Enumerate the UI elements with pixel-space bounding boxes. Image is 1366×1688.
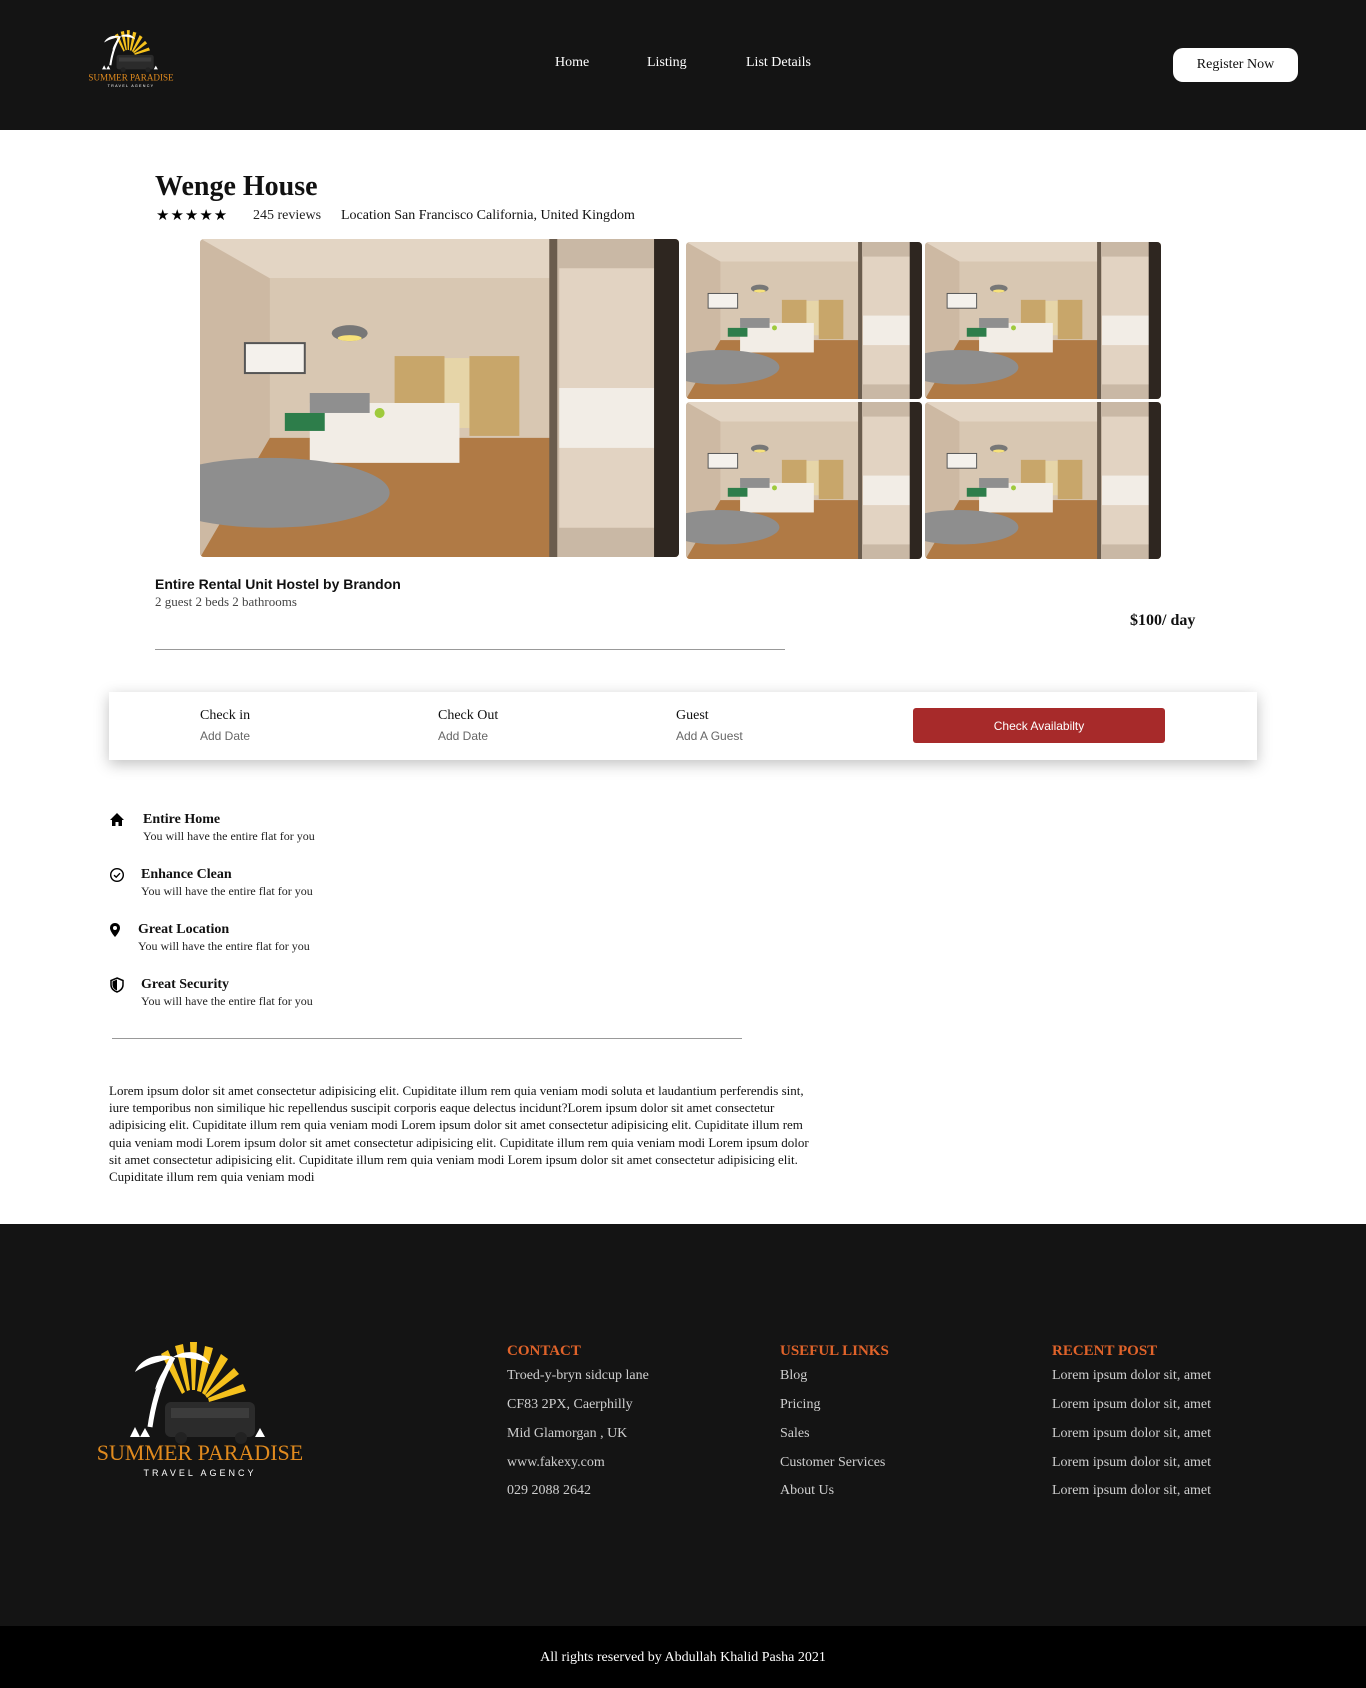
check-out-field[interactable]: Add Date [438, 729, 488, 743]
price: $100/ day [1130, 612, 1196, 629]
check-availability-button[interactable]: Check Availabilty [913, 708, 1165, 743]
brand-tagline: TRAVEL AGENCY [108, 84, 155, 88]
footer-link-pricing[interactable]: Pricing [780, 1397, 820, 1413]
map-pin-icon [107, 922, 123, 938]
thumbnail-photo-3[interactable] [686, 402, 922, 559]
guest-field[interactable]: Add A Guest [676, 729, 743, 743]
footer-link-customer-services[interactable]: Customer Services [780, 1455, 885, 1471]
recent-post-link[interactable]: Lorem ipsum dolor sit, amet [1052, 1455, 1211, 1471]
contact-item: Mid Glamorgan , UK [507, 1426, 628, 1441]
site-header: SUMMER PARADISE TRAVEL AGENCY Home Listi… [0, 0, 1366, 130]
check-circle-icon [109, 867, 125, 883]
brand-name: SUMMER PARADISE [97, 1440, 303, 1465]
home-icon [109, 812, 125, 828]
footer-link-about-us[interactable]: About Us [780, 1483, 834, 1499]
reviews-count[interactable]: 245 reviews [253, 208, 321, 224]
footer-link-sales[interactable]: Sales [780, 1426, 810, 1442]
feature-title: Enhance Clean [141, 867, 232, 882]
copyright: All rights reserved by Abdullah Khalid P… [540, 1650, 826, 1665]
rental-title: Entire Rental Unit Hostel by Brandon [155, 576, 401, 592]
logo-icon: SUMMER PARADISE TRAVEL AGENCY [97, 1332, 303, 1478]
recent-post-link[interactable]: Lorem ipsum dolor sit, amet [1052, 1368, 1211, 1384]
rental-details: 2 guest 2 beds 2 bathrooms [155, 594, 297, 609]
check-in-field[interactable]: Add Date [200, 729, 250, 743]
main-nav: Home Listing List Details [0, 55, 1366, 75]
thumbnail-photo-4[interactable] [925, 402, 1161, 559]
feature-description: You will have the entire flat for you [141, 884, 313, 898]
recent-post-link[interactable]: Lorem ipsum dolor sit, amet [1052, 1426, 1211, 1442]
main-photo[interactable] [200, 239, 679, 557]
contact-website-link[interactable]: www.fakexy.com [507, 1455, 605, 1471]
rating-stars-icon: ★★★★★ [156, 208, 229, 224]
check-in-label: Check in [200, 708, 251, 723]
recent-post-link[interactable]: Lorem ipsum dolor sit, amet [1052, 1397, 1211, 1413]
nav-list-details[interactable]: List Details [746, 55, 811, 71]
thumbnail-photo-1[interactable] [686, 242, 922, 399]
contact-phone[interactable]: 029 2088 2642 [507, 1483, 591, 1499]
useful-links-heading: USEFUL LINKS [780, 1343, 889, 1359]
page-title: Wenge House [155, 171, 318, 202]
divider [155, 649, 785, 650]
feature-title: Entire Home [143, 812, 221, 827]
nav-listing[interactable]: Listing [647, 55, 687, 71]
feature-description: You will have the entire flat for you [141, 994, 313, 1008]
contact-item: Troed-y-bryn sidcup lane [507, 1368, 649, 1383]
contact-heading: CONTACT [507, 1343, 581, 1359]
shield-icon [109, 977, 125, 993]
description-text: Lorem ipsum dolor sit amet consectetur a… [109, 1083, 809, 1185]
check-out-label: Check Out [438, 708, 499, 723]
contact-item: CF83 2PX, Caerphilly [507, 1397, 633, 1412]
register-button[interactable]: Register Now [1173, 48, 1298, 82]
thumbnail-photo-2[interactable] [925, 242, 1161, 399]
booking-bar: Check in Add Date Check Out Add Date Gue… [109, 692, 1257, 760]
brand-tagline: TRAVEL AGENCY [143, 1468, 256, 1478]
footer-logo[interactable]: SUMMER PARADISE TRAVEL AGENCY [95, 1332, 305, 1482]
guest-label: Guest [676, 708, 709, 723]
recent-post-heading: RECENT POST [1052, 1343, 1158, 1359]
feature-title: Great Security [141, 977, 229, 992]
divider [112, 1038, 742, 1039]
nav-home[interactable]: Home [555, 55, 589, 71]
location-text: Location San Francisco California, Unite… [341, 208, 635, 223]
feature-description: You will have the entire flat for you [143, 829, 315, 843]
feature-title: Great Location [138, 922, 230, 937]
footer-link-blog[interactable]: Blog [780, 1368, 807, 1384]
recent-post-link[interactable]: Lorem ipsum dolor sit, amet [1052, 1483, 1211, 1499]
feature-description: You will have the entire flat for you [138, 939, 310, 953]
